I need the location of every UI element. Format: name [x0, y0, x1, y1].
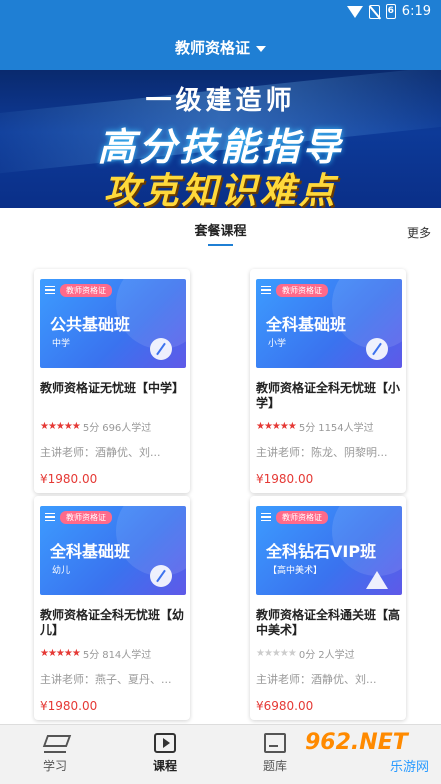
- menu-icon: [261, 286, 271, 294]
- watermark-brand: 962.NET: [305, 730, 408, 755]
- thumb-subtitle: 【高中美术】: [268, 566, 323, 576]
- nav-study-label: 学习: [42, 759, 67, 773]
- pen-circle-icon: [366, 338, 388, 360]
- nav-study[interactable]: 学习: [0, 725, 110, 784]
- course-learners: 696人学过: [102, 423, 152, 434]
- course-teacher: 主讲老师：燕子、夏丹、...: [40, 673, 172, 686]
- section-title: 套餐课程: [194, 224, 247, 239]
- section-header: 套餐课程 更多: [0, 208, 441, 258]
- course-rating: ★★★★★ 5分 1154人学过: [256, 419, 374, 434]
- pen-circle-icon: [150, 565, 172, 587]
- course-price: ¥1980.00: [40, 472, 98, 486]
- course-thumbnail: 教师资格证 公共基础班 中学: [40, 279, 186, 368]
- thumb-tag: 教师资格证: [276, 511, 328, 524]
- thumb-subtitle: 中学: [52, 339, 71, 349]
- wifi-icon: [346, 5, 363, 18]
- nav-courses[interactable]: 课程: [110, 725, 220, 784]
- course-card[interactable]: 教师资格证 全科基础班 小学 教师资格证全科无忧班【小学】 ★★★★★ 5分 1…: [250, 269, 406, 493]
- star-rating-icon: ★★★★★: [256, 421, 297, 432]
- no-sim-icon: [368, 4, 380, 19]
- course-teacher: 主讲老师：酒静优、刘...: [256, 673, 377, 686]
- course-thumbnail: 教师资格证 全科基础班 小学: [256, 279, 402, 368]
- promo-banner[interactable]: 一级建造师 高分技能指导 攻克知识难点: [0, 70, 441, 208]
- course-rating: ★★★★★ 5分 696人学过: [40, 419, 151, 434]
- course-thumbnail: 教师资格证 全科基础班 幼儿: [40, 506, 186, 595]
- status-icons: 6 6:19: [346, 4, 431, 19]
- thumb-tag: 教师资格证: [60, 511, 112, 524]
- more-link[interactable]: 更多: [407, 224, 431, 241]
- menu-icon: [45, 513, 55, 521]
- graduation-cap-icon: [44, 733, 66, 753]
- course-price: ¥1980.00: [256, 472, 314, 486]
- course-rating: ★★★★★ 0分 2人学过: [256, 646, 355, 661]
- exam-selector[interactable]: 教师资格证: [0, 37, 441, 58]
- course-learners: 2人学过: [318, 650, 355, 661]
- course-title: 教师资格证全科无忧班【小学】: [256, 381, 401, 410]
- course-score: 5分: [82, 650, 100, 661]
- course-card[interactable]: 教师资格证 全科基础班 幼儿 教师资格证全科无忧班【幼儿】 ★★★★★ 5分 8…: [34, 496, 190, 720]
- course-price: ¥1980.00: [40, 699, 98, 713]
- star-rating-icon: ★★★★★: [256, 648, 297, 659]
- thumb-subtitle: 幼儿: [52, 566, 71, 576]
- course-card[interactable]: 教师资格证 全科钻石VIP班 【高中美术】 教师资格证全科通关班【高中美术】 ★…: [250, 496, 406, 720]
- triangle-icon: [366, 571, 388, 589]
- page-title: 教师资格证: [174, 39, 250, 57]
- watermark-sub: 乐游网: [389, 760, 429, 775]
- course-title: 教师资格证无忧班【中学】: [40, 381, 185, 395]
- course-thumbnail: 教师资格证 全科钻石VIP班 【高中美术】: [256, 506, 402, 595]
- course-rating: ★★★★★ 5分 814人学过: [40, 646, 151, 661]
- thumb-subtitle: 小学: [268, 339, 287, 349]
- course-score: 5分: [298, 423, 316, 434]
- thumb-title: 公共基础班: [50, 315, 131, 334]
- banner-line3: 攻克知识难点: [103, 171, 338, 208]
- thumb-tag: 教师资格证: [60, 284, 112, 297]
- pen-circle-icon: [150, 338, 172, 360]
- thumb-title: 全科基础班: [50, 542, 131, 561]
- course-title: 教师资格证全科通关班【高中美术】: [256, 608, 401, 637]
- course-learners: 814人学过: [102, 650, 152, 661]
- course-score: 0分: [298, 650, 316, 661]
- app-header: 6 6:19 教师资格证: [0, 0, 441, 70]
- course-teacher: 主讲老师：陈龙、阴黎明...: [256, 446, 388, 459]
- menu-icon: [45, 286, 55, 294]
- star-rating-icon: ★★★★★: [40, 648, 81, 659]
- course-price: ¥6980.00: [256, 699, 314, 713]
- thumb-title: 全科钻石VIP班: [266, 542, 377, 561]
- thumb-tag: 教师资格证: [276, 284, 328, 297]
- course-title: 教师资格证全科无忧班【幼儿】: [40, 608, 185, 637]
- play-icon: [154, 733, 176, 753]
- watermark-logo: 962.NET 乐游网: [305, 730, 435, 780]
- status-bar: 6 6:19: [0, 0, 441, 24]
- course-grid: 教师资格证 公共基础班 中学 教师资格证无忧班【中学】 ★★★★★ 5分 696…: [0, 258, 441, 724]
- status-time: 6:19: [401, 4, 431, 19]
- diamond-icon: [261, 513, 271, 521]
- chevron-down-icon: [256, 45, 266, 52]
- star-rating-icon: ★★★★★: [40, 421, 81, 432]
- course-teacher: 主讲老师：酒静优、刘...: [40, 446, 161, 459]
- banner-line1: 一级建造师: [145, 86, 296, 116]
- course-learners: 1154人学过: [318, 423, 374, 434]
- battery-icon: 6: [385, 4, 396, 19]
- course-score: 5分: [82, 423, 100, 434]
- nav-courses-label: 课程: [152, 759, 177, 773]
- thumb-title: 全科基础班: [266, 315, 347, 334]
- section-underline: [208, 244, 233, 246]
- document-icon: [264, 733, 286, 753]
- course-card[interactable]: 教师资格证 公共基础班 中学 教师资格证无忧班【中学】 ★★★★★ 5分 696…: [34, 269, 190, 493]
